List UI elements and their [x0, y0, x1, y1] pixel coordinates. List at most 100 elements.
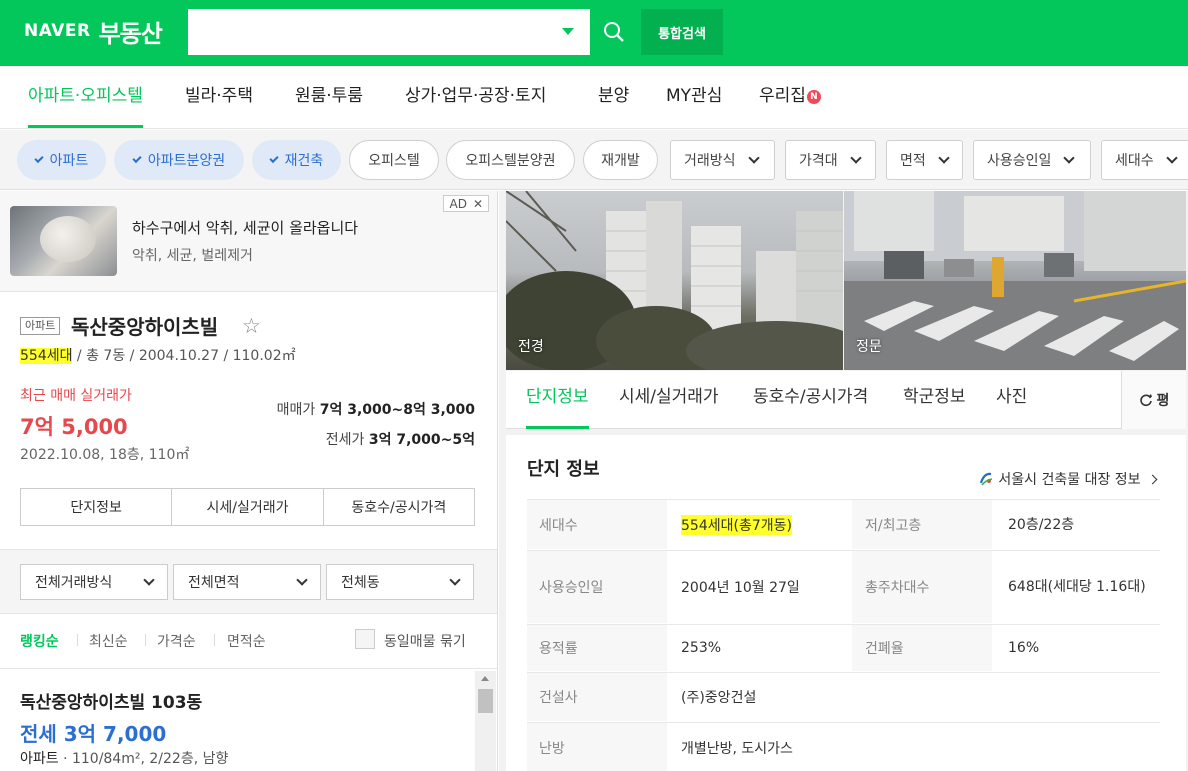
photo-label-gate: 정문	[856, 339, 882, 355]
building-select[interactable]: 전체동	[326, 564, 474, 600]
search-dropdown-icon[interactable]	[562, 28, 574, 35]
nav-presale[interactable]: 분양	[598, 66, 629, 128]
filter-households[interactable]: 세대수	[1101, 140, 1188, 180]
nav-villa-house[interactable]: 빌라·주택	[185, 66, 253, 128]
info-label: 총주차대수	[852, 551, 992, 623]
info-value: 개별난방, 도시가스	[681, 740, 793, 757]
info-value: 648대(세대당 1.16대)	[1008, 579, 1146, 595]
chip-label: 아파트	[49, 153, 89, 169]
ad-banner[interactable]: 하수구에서 악취, 세균이 올라옵니다 악취, 세균, 벌레제거 AD ✕	[0, 191, 497, 292]
sort-area[interactable]: 면적순	[227, 631, 266, 651]
tab-unit-price[interactable]: 동호수/공시가격	[753, 371, 868, 429]
search-button[interactable]	[591, 9, 635, 55]
chip-officetel[interactable]: 오피스텔	[349, 140, 439, 180]
filter-area[interactable]: 면적	[886, 140, 963, 180]
info-label: 난방	[527, 723, 667, 771]
info-title: 단지 정보	[527, 459, 600, 480]
sort-latest[interactable]: 최신순	[89, 631, 128, 651]
logo-service: 부동산	[98, 19, 163, 48]
unit-label: 평	[1156, 393, 1170, 409]
chevron-down-icon	[449, 573, 461, 586]
register-link-label: 서울시 건축물 대장 정보	[998, 472, 1141, 488]
complex-name: 독산중앙하이츠빌	[71, 315, 219, 339]
photo-exterior-image	[506, 191, 843, 370]
photo-exterior[interactable]: 전경	[506, 191, 843, 370]
scroll-up-icon[interactable]	[481, 676, 489, 681]
ad-badge[interactable]: AD ✕	[443, 195, 489, 212]
listing-info: 아파트 · 110/84m², 2/22층, 남향	[20, 748, 228, 768]
refresh-icon	[1139, 394, 1152, 407]
search-input[interactable]	[188, 9, 590, 55]
info-value: 2004년 10월 27일	[681, 580, 800, 596]
close-icon[interactable]: ✕	[473, 197, 483, 211]
complex-info-button[interactable]: 단지정보	[21, 489, 173, 525]
unit-toggle-button[interactable]: 평	[1121, 371, 1186, 429]
check-icon	[132, 153, 142, 164]
same-listing-checkbox[interactable]	[355, 629, 375, 649]
tab-photos[interactable]: 사진	[996, 371, 1027, 429]
photo-gallery: 전경 정문	[506, 191, 1186, 370]
chip-label: 재건축	[284, 153, 324, 169]
photo-main-gate[interactable]: 정문	[844, 191, 1186, 370]
filter-label: 사용승인일	[987, 153, 1052, 169]
chevron-down-icon	[938, 151, 950, 164]
filter-price[interactable]: 가격대	[785, 140, 876, 180]
property-type-tag: 아파트	[20, 317, 61, 335]
jeonse-value: 3억 7,000~5억	[368, 432, 475, 448]
search-icon	[603, 22, 624, 42]
tab-school-info[interactable]: 학군정보	[903, 371, 966, 429]
nav-apartment-officetel[interactable]: 아파트·오피스텔	[28, 66, 143, 128]
price-history-button[interactable]: 시세/실거래가	[172, 489, 324, 525]
households-value-highlight: 554세대(총7개동)	[681, 514, 792, 535]
naver-realestate-logo[interactable]: NAVER 부동산	[24, 14, 163, 48]
select-label: 전체동	[341, 575, 380, 591]
tab-price-history[interactable]: 시세/실거래가	[619, 371, 719, 429]
listing-scrollbar[interactable]	[475, 671, 496, 771]
ad-title: 하수구에서 악취, 세균이 올라옵니다	[132, 219, 359, 237]
chevron-down-icon	[296, 573, 308, 586]
listing-title[interactable]: 독산중앙하이츠빌 103동	[20, 688, 202, 713]
complex-summary-panel: 하수구에서 악취, 세균이 올라옵니다 악취, 세균, 벌레제거 AD ✕ 아파…	[0, 191, 498, 771]
star-icon[interactable]: ☆	[242, 314, 261, 338]
nav-my-home[interactable]: 우리집 N	[759, 66, 821, 128]
check-icon	[269, 153, 279, 164]
detail-tabs: 단지정보 시세/실거래가 동호수/공시가격 학군정보 사진 평	[506, 371, 1186, 429]
nav-my-home-label: 우리집	[759, 86, 806, 106]
sort-row: 랭킹순 최신순 가격순 면적순 동일매물 묶기	[0, 615, 497, 669]
info-value: (주)중앙건설	[681, 690, 757, 706]
total-search-button[interactable]: 통합검색	[641, 9, 723, 55]
sort-price[interactable]: 가격순	[157, 631, 196, 651]
complex-info: 554세대 / 총 7동 / 2004.10.27 / 110.02㎡	[20, 345, 296, 365]
sale-label: 매매가	[276, 402, 316, 418]
nav-my-interest[interactable]: MY관심	[666, 66, 722, 128]
ad-subtitle: 악취, 세균, 벌레제거	[132, 248, 253, 264]
summary-buttons: 단지정보 시세/실거래가 동호수/공시가격	[20, 488, 475, 526]
unit-price-button[interactable]: 동호수/공시가격	[324, 489, 474, 525]
building-register-link[interactable]: 서울시 건축물 대장 정보	[978, 469, 1158, 489]
nav-commercial[interactable]: 상가·업무·공장·토지	[405, 66, 546, 128]
listing-spec: · 110/84m², 2/22층, 남향	[58, 751, 229, 767]
chevron-down-icon	[143, 573, 155, 586]
scroll-thumb[interactable]	[478, 689, 493, 713]
chip-apartment[interactable]: 아파트	[17, 140, 106, 180]
info-label: 용적률	[527, 625, 667, 671]
sort-ranking[interactable]: 랭킹순	[20, 631, 59, 651]
filter-approval-date[interactable]: 사용승인일	[973, 140, 1091, 180]
chip-reconstruction[interactable]: 재건축	[252, 140, 341, 180]
trade-type-select[interactable]: 전체거래방식	[20, 564, 168, 600]
info-row-households: 세대수 554세대(총7개동) 저/최고층 20층/22층	[527, 499, 1160, 549]
filter-trade-type[interactable]: 거래방식	[670, 140, 775, 180]
nav-oneroom-tworoom[interactable]: 원룸·투룸	[295, 66, 363, 128]
area-select[interactable]: 전체면적	[173, 564, 321, 600]
filter-label: 가격대	[799, 153, 838, 169]
info-label: 저/최고층	[852, 500, 992, 549]
chip-apartment-presale-right[interactable]: 아파트분양권	[114, 140, 244, 180]
info-row-ratio: 용적률 253% 건폐율 16%	[527, 624, 1160, 671]
info-label: 건설사	[527, 673, 667, 721]
listing-filter-row: 전체거래방식 전체면적 전체동	[0, 550, 497, 614]
sale-price-row: 매매가 7억 3,000~8억 3,000	[277, 399, 475, 419]
filter-bar: 아파트 아파트분양권 재건축 오피스텔 오피스텔분양권 재개발 거래방식 가격대…	[0, 130, 1188, 190]
tab-complex-info[interactable]: 단지정보	[526, 371, 589, 429]
chip-officetel-presale-right[interactable]: 오피스텔분양권	[446, 140, 575, 180]
chip-redevelopment[interactable]: 재개발	[583, 140, 658, 180]
